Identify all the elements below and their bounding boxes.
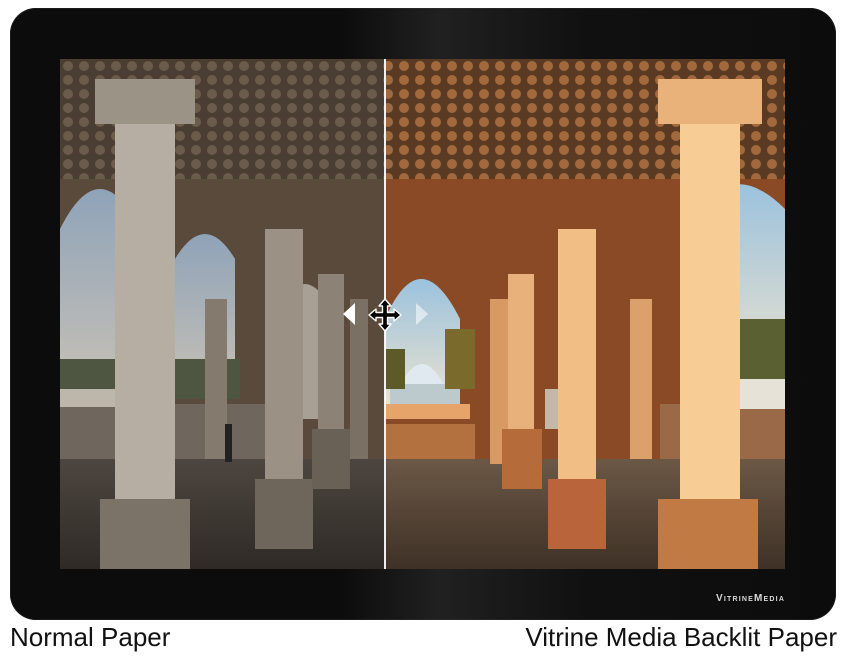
triangle-right-icon[interactable] <box>416 303 428 325</box>
watermark-logo: VitrineMedia <box>716 593 786 604</box>
move-cursor-icon <box>368 298 402 332</box>
triangle-left-icon[interactable] <box>343 303 355 325</box>
normal-paper-caption: Normal Paper <box>10 622 171 652</box>
backlit-paper-caption: Vitrine Media Backlit Paper <box>525 622 837 652</box>
